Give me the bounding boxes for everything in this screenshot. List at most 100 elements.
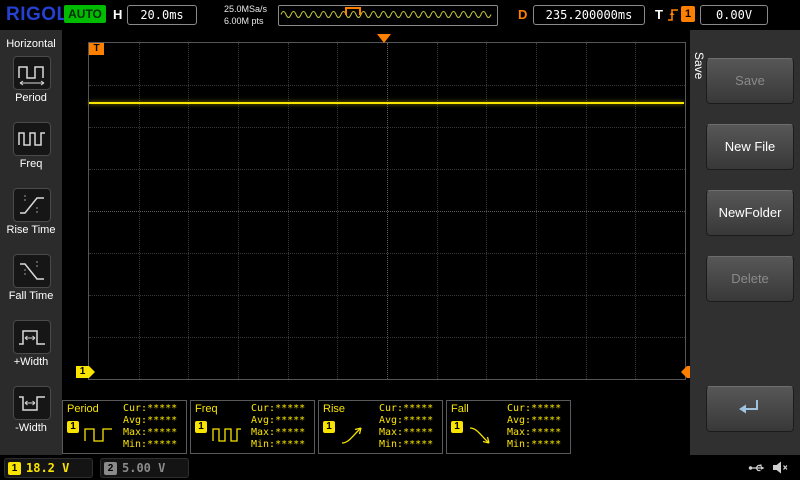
wave-preview-path (281, 12, 491, 18)
channel-badge: 1 (323, 421, 335, 433)
fall-icon (467, 423, 501, 447)
new-folder-button[interactable]: NewFolder (706, 190, 794, 236)
measurement-panel-freq: Freq 1 Cur:***** Avg:***** Max:***** Min… (190, 400, 315, 454)
sample-info: 25.0MSa/s 6.00M pts (224, 3, 267, 27)
plus-width-icon (16, 323, 48, 351)
delay-value: 235.200000ms (533, 5, 645, 25)
sidebar-item-label: Rise Time (0, 224, 62, 236)
bottom-status-bar: 1 18.2 V 2 5.00 V (0, 455, 800, 480)
channel1-trace (89, 102, 684, 104)
rise-time-tile (13, 188, 51, 222)
sidebar-item-plus-width[interactable]: +Width (0, 320, 62, 380)
min-value: Min:***** (251, 439, 305, 451)
sidebar-item-period[interactable]: Period (0, 56, 62, 116)
rise-time-icon (16, 191, 48, 219)
top-status-bar: RIGOL AUTO H 20.0ms 25.0MSa/s 6.00M pts … (0, 0, 800, 30)
freq-tile (13, 122, 51, 156)
channel2-status: 2 5.00 V (100, 458, 189, 478)
measurement-panel-fall: Fall 1 Cur:***** Avg:***** Max:***** Min… (446, 400, 571, 454)
avg-value: Avg:***** (507, 415, 561, 427)
cur-value: Cur:***** (123, 403, 177, 415)
channel1-offset-marker: 1 (76, 366, 89, 378)
usb-icon (748, 461, 766, 475)
preview-wave-icon (279, 6, 495, 23)
measurement-name: Rise (323, 403, 345, 415)
period-icon (83, 423, 117, 447)
return-arrow-icon (735, 395, 765, 421)
sample-rate: 25.0MSa/s (224, 3, 267, 15)
measurement-panel-period: Period 1 Cur:***** Avg:***** Max:***** M… (62, 400, 187, 454)
sidebar-item-freq[interactable]: Freq (0, 122, 62, 182)
measurement-name: Freq (195, 403, 218, 415)
avg-value: Avg:***** (251, 415, 305, 427)
measurement-name: Period (67, 403, 99, 415)
measure-sidebar: Horizontal Period Freq (0, 30, 62, 455)
measure-sidebar-title: Horizontal (0, 38, 62, 50)
preview-window-marker (345, 7, 361, 15)
memory-depth: 6.00M pts (224, 15, 267, 27)
sidebar-item-minus-width[interactable]: -Width (0, 386, 62, 446)
channel2-scale: 5.00 V (122, 461, 165, 475)
sidebar-item-label: Fall Time (0, 290, 62, 302)
sidebar-item-label: +Width (0, 356, 62, 368)
avg-value: Avg:***** (123, 415, 177, 427)
channel-badge: 1 (195, 421, 207, 433)
delete-button[interactable]: Delete (706, 256, 794, 302)
freq-icon (211, 423, 245, 447)
measurement-values: Cur:***** Avg:***** Max:***** Min:***** (379, 403, 433, 451)
max-value: Max:***** (123, 427, 177, 439)
freq-icon (16, 125, 48, 153)
sidebar-item-label: Period (0, 92, 62, 104)
measurement-values: Cur:***** Avg:***** Max:***** Min:***** (507, 403, 561, 451)
trigger-slope-icon (667, 6, 680, 23)
channel1-scale: 18.2 V (26, 461, 69, 475)
trigger-label: T (655, 7, 663, 22)
sidebar-item-fall-time[interactable]: Fall Time (0, 254, 62, 314)
sidebar-item-label: Freq (0, 158, 62, 170)
min-value: Min:***** (379, 439, 433, 451)
measurement-values: Cur:***** Avg:***** Max:***** Min:***** (251, 403, 305, 451)
channel1-badge: 1 (8, 462, 21, 475)
plus-width-tile (13, 320, 51, 354)
avg-value: Avg:***** (379, 415, 433, 427)
measurement-values: Cur:***** Avg:***** Max:***** Min:***** (123, 403, 177, 451)
save-button[interactable]: Save (706, 58, 794, 104)
rise-icon (339, 423, 373, 447)
sidebar-item-label: -Width (0, 422, 62, 434)
channel-badge: 1 (451, 421, 463, 433)
max-value: Max:***** (251, 427, 305, 439)
run-state-badge: AUTO (64, 5, 106, 23)
period-tile (13, 56, 51, 90)
trigger-position-triangle-icon (377, 34, 391, 43)
trigger-source-badge: 1 (681, 6, 695, 22)
measurement-panel-rise: Rise 1 Cur:***** Avg:***** Max:***** Min… (318, 400, 443, 454)
trigger-position-marker: T (89, 43, 104, 55)
max-value: Max:***** (507, 427, 561, 439)
speaker-icon (772, 460, 789, 475)
max-value: Max:***** (379, 427, 433, 439)
new-file-button[interactable]: New File (706, 124, 794, 170)
measurement-name: Fall (451, 403, 469, 415)
fall-time-icon (16, 257, 48, 285)
min-value: Min:***** (123, 439, 177, 451)
channel1-status: 1 18.2 V (4, 458, 93, 478)
horizontal-label: H (113, 7, 122, 22)
cur-value: Cur:***** (251, 403, 305, 415)
save-menu-title: Save (692, 52, 706, 79)
graticule (88, 42, 686, 380)
back-button[interactable] (706, 386, 794, 432)
timebase-value: 20.0ms (127, 5, 197, 25)
min-value: Min:***** (507, 439, 561, 451)
fall-time-tile (13, 254, 51, 288)
minus-width-tile (13, 386, 51, 420)
sidebar-item-rise-time[interactable]: Rise Time (0, 188, 62, 248)
delay-label: D (518, 7, 527, 22)
cur-value: Cur:***** (379, 403, 433, 415)
rigol-logo: RIGOL (6, 4, 69, 26)
save-menu-sidebar: Save Save New File NewFolder Delete (690, 30, 800, 455)
minus-width-icon (16, 389, 48, 417)
channel2-badge: 2 (104, 462, 117, 475)
trigger-level-value: 0.00V (700, 5, 768, 25)
oscilloscope-screen: RIGOL AUTO H 20.0ms 25.0MSa/s 6.00M pts … (0, 0, 800, 480)
memory-wave-preview (278, 5, 498, 26)
